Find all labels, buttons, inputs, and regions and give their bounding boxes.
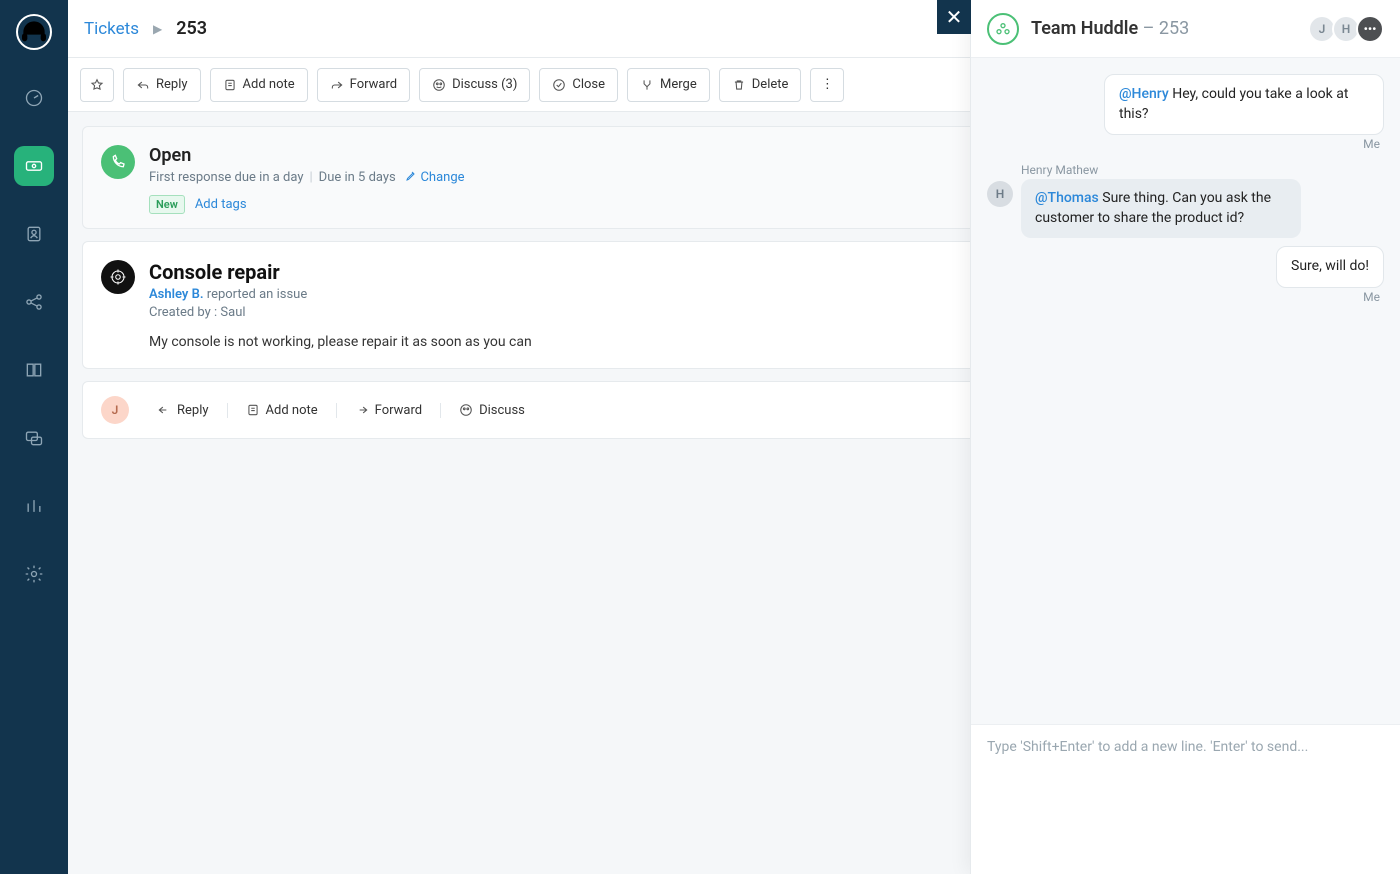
huddle-textarea[interactable]: [987, 739, 1384, 860]
more-actions-button[interactable]: ⋮: [810, 68, 844, 102]
message-sender: Henry Mathew: [1021, 163, 1098, 177]
add-note-button[interactable]: Add note: [210, 68, 308, 102]
merge-button[interactable]: Merge: [627, 68, 710, 102]
message-sender: Me: [1363, 137, 1380, 151]
message-row: @Henry Hey, could you take a look at thi…: [987, 74, 1384, 153]
message-row: Sure, will do! Me: [987, 246, 1384, 306]
target-icon: [101, 260, 135, 294]
huddle-messages: @Henry Hey, could you take a look at thi…: [971, 58, 1400, 724]
nav-contacts[interactable]: [14, 214, 54, 254]
nav-tickets[interactable]: [14, 146, 54, 186]
message-bubble: Sure, will do!: [1276, 246, 1384, 288]
add-tags-link[interactable]: Add tags: [195, 197, 247, 212]
app-logo: [16, 14, 52, 50]
change-link[interactable]: Change: [405, 170, 464, 185]
huddle-logo-icon: [987, 13, 1019, 45]
more-avatars-button[interactable]: •••: [1356, 15, 1384, 43]
message-row: Henry Mathew H @Thomas Sure thing. Can y…: [987, 161, 1384, 238]
reporter-link[interactable]: Ashley B.: [149, 287, 204, 302]
discuss-button[interactable]: Discuss (3): [419, 68, 530, 102]
chevron-right-icon: ▶: [153, 22, 162, 36]
delete-button[interactable]: Delete: [719, 68, 802, 102]
nav-dashboard[interactable]: [14, 78, 54, 118]
nav-chat[interactable]: [14, 418, 54, 458]
nav-settings[interactable]: [14, 554, 54, 594]
close-button[interactable]: Close: [539, 68, 618, 102]
message-bubble: @Thomas Sure thing. Can you ask the cust…: [1021, 179, 1301, 238]
discuss-action[interactable]: Discuss: [441, 403, 543, 418]
forward-action[interactable]: Forward: [337, 403, 441, 418]
created-by: Created by : Saul: [149, 305, 307, 320]
close-icon[interactable]: ✕: [937, 0, 971, 34]
reply-action[interactable]: Reply: [139, 403, 228, 418]
ticket-title: Console repair: [149, 260, 307, 284]
huddle-title: Team Huddle – 253: [1031, 18, 1189, 39]
huddle-header: Team Huddle – 253 J H •••: [971, 0, 1400, 58]
nav-social[interactable]: [14, 282, 54, 322]
nav-reports[interactable]: [14, 486, 54, 526]
add-note-action[interactable]: Add note: [228, 403, 337, 418]
ticket-meta: Ashley B. reported an issue: [149, 287, 307, 302]
breadcrumb-id: 253: [176, 18, 207, 39]
message-sender: Me: [1363, 290, 1380, 304]
avatar: H: [987, 181, 1013, 207]
nav-knowledge[interactable]: [14, 350, 54, 390]
reply-button[interactable]: Reply: [123, 68, 201, 102]
huddle-input-area: [971, 724, 1400, 874]
message-bubble: @Henry Hey, could you take a look at thi…: [1104, 74, 1384, 135]
tag-new: New: [149, 195, 185, 214]
current-user-avatar: J: [101, 396, 129, 424]
huddle-panel: ✕ Team Huddle – 253 J H ••• @Henry Hey, …: [970, 0, 1400, 874]
star-button[interactable]: [80, 68, 114, 102]
huddle-avatars: J H •••: [1312, 15, 1384, 43]
forward-button[interactable]: Forward: [317, 68, 410, 102]
phone-icon: [101, 145, 135, 179]
breadcrumb-root[interactable]: Tickets: [84, 19, 139, 39]
left-nav: [0, 0, 68, 874]
